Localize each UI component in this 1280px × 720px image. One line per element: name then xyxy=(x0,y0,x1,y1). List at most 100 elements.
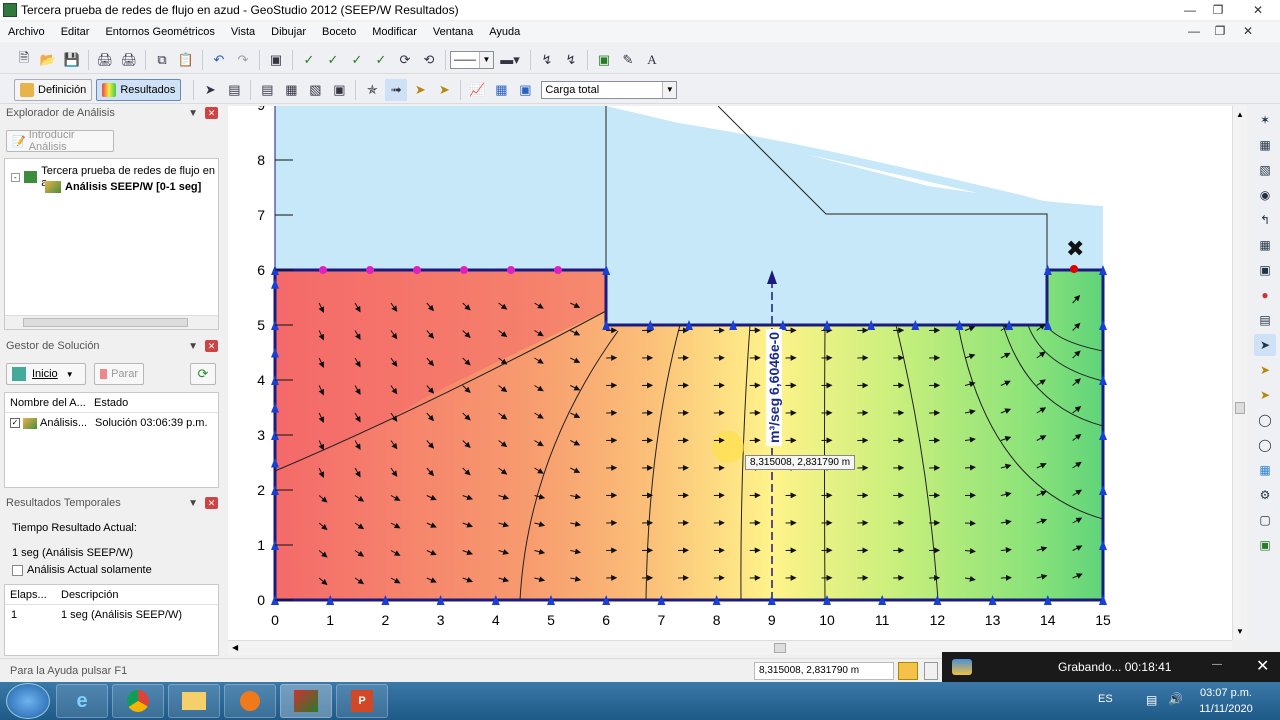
explorer-taskbar-icon[interactable] xyxy=(168,684,220,718)
only-current-checkbox[interactable]: Análisis Actual solamente xyxy=(12,564,152,576)
close-icon[interactable]: ✕ xyxy=(205,107,218,119)
material-tool-icon[interactable]: ◉ xyxy=(1254,184,1276,206)
label-icon[interactable]: ✎ xyxy=(617,49,639,71)
save-icon[interactable]: 💾 xyxy=(61,49,83,71)
col-elapsed-header[interactable]: Elaps... xyxy=(5,589,55,601)
menu-vista[interactable]: Vista xyxy=(223,26,263,38)
definition-mode-button[interactable]: Definición xyxy=(14,78,93,101)
sketch-tool-icon[interactable]: ◯ xyxy=(1254,409,1276,431)
table-row[interactable]: 1 1 seg (Análisis SEEP/W) xyxy=(5,605,218,625)
table-row[interactable]: ✓ Análisis... Solución 03:06:39 p.m. xyxy=(5,413,218,433)
pin-icon[interactable]: ▼ xyxy=(188,108,198,119)
draw-graph-icon[interactable]: 📈 xyxy=(466,79,488,101)
pin-icon[interactable]: ▼ xyxy=(188,498,198,509)
paste-icon[interactable]: 📋 xyxy=(175,49,197,71)
open-folder-icon[interactable]: 📂 xyxy=(37,49,59,71)
menu-entornos[interactable]: Entornos Geométricos xyxy=(97,26,222,38)
menu-editar[interactable]: Editar xyxy=(53,26,98,38)
geostudio-taskbar-icon[interactable] xyxy=(280,684,332,718)
row-checkbox[interactable]: ✓ xyxy=(10,418,20,428)
flow-tool-icon[interactable]: ➤ xyxy=(1254,384,1276,406)
contour-tool-icon[interactable]: ● xyxy=(1254,284,1276,306)
draw-vectors-icon[interactable]: ➤ xyxy=(409,79,431,101)
collapse-icon[interactable]: - xyxy=(11,172,20,182)
doc-restore-button[interactable]: ❐ xyxy=(1206,22,1234,40)
drawing-canvas[interactable]: 01234567891011121314150123456789 ✖ 6,604… xyxy=(228,106,1232,640)
language-indicator[interactable]: ES xyxy=(1098,693,1113,705)
region-tool-icon[interactable]: ▧ xyxy=(1254,159,1276,181)
menu-ventana[interactable]: Ventana xyxy=(425,26,481,38)
print-preview-icon[interactable]: 🖨 xyxy=(118,49,140,71)
water-tool-icon[interactable]: ▦ xyxy=(1254,459,1276,481)
rotate-back-icon[interactable]: ⟲ xyxy=(418,49,440,71)
draw-contours-icon[interactable]: ▤ xyxy=(223,79,245,101)
powerpoint-taskbar-icon[interactable]: P xyxy=(336,684,388,718)
volume-icon[interactable]: 🔊 xyxy=(1168,692,1183,706)
sketch-tool-2-icon[interactable]: ↯ xyxy=(560,49,582,71)
view-results-2-icon[interactable]: ▦ xyxy=(280,79,302,101)
col-state-header[interactable]: Estado xyxy=(91,397,128,409)
flux-tool-4-icon[interactable]: ✓ xyxy=(370,49,392,71)
zoom-objects-icon[interactable]: ▣ xyxy=(265,49,287,71)
grid-tool-icon[interactable]: ▦ xyxy=(1254,234,1276,256)
menu-archivo[interactable]: Archivo xyxy=(0,26,53,38)
sketch-tool-1-icon[interactable]: ↯ xyxy=(536,49,558,71)
pin-icon[interactable]: ▼ xyxy=(188,341,198,352)
close-button[interactable]: ✕ xyxy=(1240,0,1276,20)
points-tool-icon[interactable]: ▣ xyxy=(1254,259,1276,281)
rotate-icon[interactable]: ⟳ xyxy=(394,49,416,71)
start-orb-icon[interactable] xyxy=(6,683,50,719)
grid-toggle-icon[interactable] xyxy=(924,662,938,680)
dropdown-icon[interactable]: ▼ xyxy=(66,370,74,379)
line-style-select[interactable]: —— ▼ xyxy=(450,50,494,69)
mesh-tool-icon[interactable]: ▦ xyxy=(1254,134,1276,156)
view-results-3-icon[interactable]: ▧ xyxy=(304,79,326,101)
shape-tool-icon[interactable]: ◯ xyxy=(1254,434,1276,456)
stop-button[interactable]: Parar xyxy=(94,363,144,385)
graph-tool-icon[interactable]: ▤ xyxy=(1254,309,1276,331)
clock-date[interactable]: 11/11/2020 xyxy=(1198,703,1254,715)
boundary-tool-icon[interactable]: ↰ xyxy=(1254,209,1276,231)
snap-grid-icon[interactable] xyxy=(898,662,918,680)
toast-close-icon[interactable]: ✕ xyxy=(1256,656,1269,676)
draw-flux-sections-icon[interactable]: ✯ xyxy=(361,79,383,101)
view-results-1-icon[interactable]: ▤ xyxy=(256,79,278,101)
tree-hscroll[interactable] xyxy=(5,315,218,329)
toast-minimize-icon[interactable]: — xyxy=(1212,659,1222,670)
close-icon[interactable]: ✕ xyxy=(205,340,218,352)
flux-tool-1-icon[interactable]: ✓ xyxy=(298,49,320,71)
close-icon[interactable]: ✕ xyxy=(205,497,218,509)
vector-tool-icon[interactable]: ➤ xyxy=(1254,359,1276,381)
flux-tool-2-icon[interactable]: ✓ xyxy=(322,49,344,71)
print-icon[interactable]: 🖨 xyxy=(94,49,116,71)
select-pointer-icon[interactable]: ➤ xyxy=(199,79,221,101)
tree-child[interactable]: Análisis SEEP/W [0-1 seg] xyxy=(45,181,201,193)
menu-boceto[interactable]: Boceto xyxy=(314,26,364,38)
results-mode-button[interactable]: Resultados xyxy=(96,78,182,101)
draw-flow-net-icon[interactable]: ➤ xyxy=(433,79,455,101)
view-results-4-icon[interactable]: ▣ xyxy=(328,79,350,101)
export-icon[interactable]: ▣ xyxy=(593,49,615,71)
flux-tool-3-icon[interactable]: ✓ xyxy=(346,49,368,71)
results-tool-icon[interactable]: ➤ xyxy=(1254,334,1276,356)
col-desc-header[interactable]: Descripción xyxy=(55,589,118,601)
network-icon[interactable]: ▤ xyxy=(1146,693,1157,707)
checkbox-box[interactable] xyxy=(12,564,23,576)
contour-variable-select[interactable]: Carga total ▼ xyxy=(541,80,678,99)
export-tool-icon[interactable]: ▣ xyxy=(1254,534,1276,556)
draw-flow-paths-icon[interactable]: ➟ xyxy=(385,78,408,101)
col-name-header[interactable]: Nombre del A... xyxy=(5,397,91,409)
doc-minimize-button[interactable]: — xyxy=(1180,22,1208,40)
redo-icon[interactable]: ↷ xyxy=(232,49,254,71)
undo-icon[interactable]: ↶ xyxy=(208,49,230,71)
introduce-analysis-button[interactable]: 📝 Introducir Análisis xyxy=(6,129,114,153)
zoom-tool-icon[interactable]: ⚙ xyxy=(1254,484,1276,506)
ie-taskbar-icon[interactable]: e xyxy=(56,684,108,718)
new-file-icon[interactable]: 🗎 xyxy=(13,49,35,71)
doc-close-button[interactable]: ✕ xyxy=(1234,22,1262,40)
text-icon[interactable]: A xyxy=(641,49,663,71)
vertical-scrollbar[interactable]: ▲ ▼ xyxy=(1232,106,1247,640)
start-button[interactable]: Inicio ▼ xyxy=(6,363,86,385)
seepage-plot[interactable]: 01234567891011121314150123456789 ✖ xyxy=(228,106,1232,640)
refresh-icon[interactable]: ⟳ xyxy=(190,363,216,385)
